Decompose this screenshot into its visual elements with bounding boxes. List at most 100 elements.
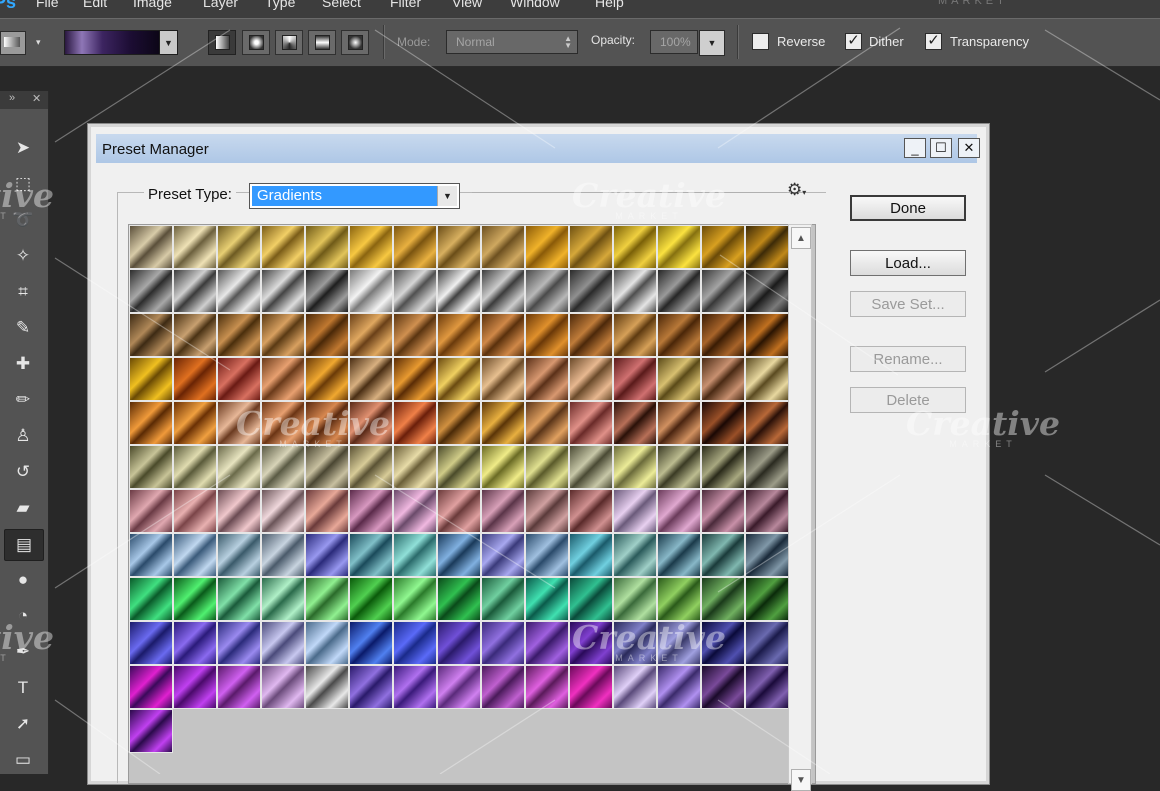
gradient-preset-swatch[interactable]: [305, 401, 349, 445]
menu-image[interactable]: Image: [133, 0, 172, 10]
gradient-preset-swatch[interactable]: [437, 401, 481, 445]
gradient-preset-swatch[interactable]: [745, 665, 789, 709]
gradient-preset-swatch[interactable]: [481, 357, 525, 401]
gradient-preset-swatch[interactable]: [569, 401, 613, 445]
gradient-preset-swatch[interactable]: [173, 621, 217, 665]
gradient-preset-swatch[interactable]: [261, 269, 305, 313]
gradient-preset-swatch[interactable]: [261, 489, 305, 533]
gradient-preset-swatch[interactable]: [657, 489, 701, 533]
gradient-preset-swatch[interactable]: [657, 313, 701, 357]
history-brush-tool[interactable]: ↺: [4, 457, 42, 487]
brush-tool[interactable]: ✏: [4, 385, 42, 415]
gradient-preset-swatch[interactable]: [261, 313, 305, 357]
gradient-preset-swatch[interactable]: [701, 665, 745, 709]
gradient-preset-swatch[interactable]: [349, 269, 393, 313]
gradient-preset-swatch[interactable]: [393, 533, 437, 577]
gradient-preset-swatch[interactable]: [261, 225, 305, 269]
gradient-preset-swatch[interactable]: [437, 269, 481, 313]
gradient-preset-swatch[interactable]: [657, 401, 701, 445]
gradient-preset-swatch[interactable]: [217, 269, 261, 313]
diamond-gradient-button[interactable]: [341, 30, 369, 55]
menu-view[interactable]: View: [452, 0, 482, 10]
angle-gradient-button[interactable]: [275, 30, 303, 55]
gradient-preset-swatch[interactable]: [525, 577, 569, 621]
dodge-tool[interactable]: ◔: [4, 601, 42, 631]
gradient-preset-swatch[interactable]: [701, 577, 745, 621]
gradient-preset-swatch[interactable]: [569, 489, 613, 533]
gradient-preset-swatch[interactable]: [129, 401, 173, 445]
gradient-preset-swatch[interactable]: [217, 533, 261, 577]
gradient-preset-swatch[interactable]: [173, 533, 217, 577]
menu-type[interactable]: Type: [265, 0, 295, 10]
menu-window[interactable]: Window: [510, 0, 560, 10]
gradient-preset-swatch[interactable]: [745, 269, 789, 313]
dialog-titlebar[interactable]: Preset Manager _ ☐ ✕: [96, 134, 980, 163]
scroll-up-arrow-icon[interactable]: ▲: [791, 227, 811, 249]
gradient-preset-swatch[interactable]: [217, 489, 261, 533]
healing-brush-tool[interactable]: ✚: [4, 349, 42, 379]
gradient-preset-swatch[interactable]: [129, 577, 173, 621]
transparency-checkbox[interactable]: ✓: [925, 33, 942, 50]
gradient-preset-swatch[interactable]: [613, 489, 657, 533]
gradient-preset-swatch[interactable]: [701, 313, 745, 357]
gradient-preset-swatch[interactable]: [393, 445, 437, 489]
gradient-preset-swatch[interactable]: [481, 489, 525, 533]
gradient-preset-swatch[interactable]: [305, 489, 349, 533]
gradient-preset-swatch[interactable]: [437, 621, 481, 665]
done-button[interactable]: Done: [850, 195, 966, 221]
radial-gradient-button[interactable]: [242, 30, 270, 55]
gradient-preset-swatch[interactable]: [349, 489, 393, 533]
gradient-preset-swatch[interactable]: [173, 313, 217, 357]
preset-type-select[interactable]: Gradients ▼: [249, 183, 460, 209]
gradient-preset-swatch[interactable]: [613, 357, 657, 401]
type-tool[interactable]: T: [4, 673, 42, 703]
gradient-preset-swatch[interactable]: [305, 577, 349, 621]
dither-checkbox[interactable]: ✓: [845, 33, 862, 50]
gradient-preset-swatch[interactable]: [525, 445, 569, 489]
gradient-preset-swatch[interactable]: [437, 313, 481, 357]
gradient-preset-swatch[interactable]: [437, 445, 481, 489]
tool-preset-caret-icon[interactable]: ▾: [36, 37, 41, 48]
gradient-preset-swatch[interactable]: [129, 445, 173, 489]
tool-preset-picker[interactable]: [0, 31, 26, 55]
gradient-preset-swatch[interactable]: [173, 225, 217, 269]
gradient-preset-swatch[interactable]: [173, 445, 217, 489]
menu-edit[interactable]: Edit: [83, 0, 107, 10]
gradient-preset-swatch[interactable]: [613, 621, 657, 665]
gradient-preset-swatch[interactable]: [657, 269, 701, 313]
gradient-preset-swatch[interactable]: [569, 445, 613, 489]
gradient-preset-swatch[interactable]: [569, 269, 613, 313]
menu-help[interactable]: Help: [595, 0, 624, 10]
eyedropper-tool[interactable]: ✎: [4, 313, 42, 343]
marquee-tool[interactable]: ⬚: [4, 169, 42, 199]
gradient-preset-swatch[interactable]: [217, 313, 261, 357]
gradient-preset-swatch[interactable]: [129, 313, 173, 357]
gradient-preset-swatch[interactable]: [613, 445, 657, 489]
path-selection-tool[interactable]: ➚: [4, 709, 42, 739]
gradient-preset-swatch[interactable]: [481, 313, 525, 357]
gradient-preset-swatch[interactable]: [525, 401, 569, 445]
opacity-dropdown-icon[interactable]: ▼: [699, 30, 725, 56]
gradient-preset-swatch[interactable]: [261, 577, 305, 621]
gradient-preset-swatch[interactable]: [525, 357, 569, 401]
gradient-preset-swatch[interactable]: [701, 621, 745, 665]
gradient-preset-swatch[interactable]: [129, 357, 173, 401]
gradient-preset-swatch[interactable]: [657, 225, 701, 269]
gradient-preset-swatch[interactable]: [393, 577, 437, 621]
gradient-preset-swatch[interactable]: [481, 401, 525, 445]
gradient-preset-swatch[interactable]: [701, 533, 745, 577]
gradient-preset-swatch[interactable]: [305, 533, 349, 577]
gradient-preset-swatch[interactable]: [657, 665, 701, 709]
gradient-preset-swatch[interactable]: [437, 489, 481, 533]
gradient-preset-swatch[interactable]: [481, 225, 525, 269]
gradient-preset-swatch[interactable]: [569, 533, 613, 577]
gear-menu-icon[interactable]: ⚙▾: [787, 180, 806, 200]
gradient-preset-swatch[interactable]: [613, 313, 657, 357]
gradient-preset-swatch[interactable]: [349, 665, 393, 709]
load-button[interactable]: Load...: [850, 250, 966, 276]
gradient-preset-swatch[interactable]: [393, 313, 437, 357]
gradient-preset-swatch[interactable]: [613, 225, 657, 269]
gradient-preset-swatch[interactable]: [701, 269, 745, 313]
save-set-button[interactable]: Save Set...: [850, 291, 966, 317]
maximize-button[interactable]: ☐: [930, 138, 952, 158]
